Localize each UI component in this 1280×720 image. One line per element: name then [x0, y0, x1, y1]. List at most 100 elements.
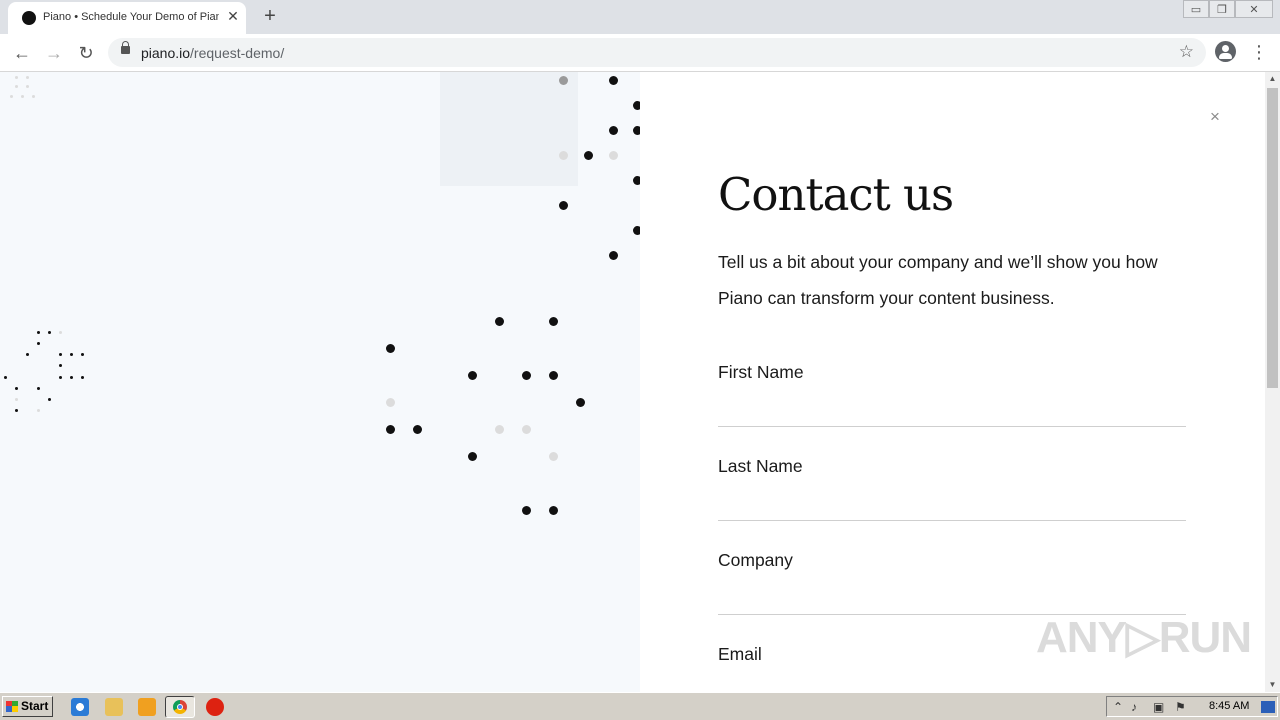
tab-close-icon[interactable]: ✕: [224, 7, 242, 25]
browser-toolbar: ← → ↻ piano.io/request-demo/ ☆: [0, 34, 1280, 72]
decorative-square: [440, 72, 578, 186]
address-bar[interactable]: piano.io/request-demo/ ☆: [108, 38, 1206, 67]
window-restore-button[interactable]: ❐: [1209, 0, 1235, 18]
profile-avatar-icon[interactable]: [1215, 41, 1236, 62]
page-viewport: × Contact us Tell us a bit about your co…: [0, 72, 1280, 692]
network-icon[interactable]: ▣: [1153, 700, 1164, 714]
chrome-taskbar-button[interactable]: [165, 696, 195, 718]
pattern-dot: [32, 95, 35, 98]
first-name-input[interactable]: [718, 394, 1186, 427]
pattern-dot: [10, 95, 13, 98]
back-icon[interactable]: ←: [9, 40, 35, 66]
pattern-dot: [576, 398, 585, 407]
pattern-dot: [549, 452, 558, 461]
pattern-dot: [15, 398, 18, 401]
pattern-dot: [468, 371, 477, 380]
contact-form-panel: × Contact us Tell us a bit about your co…: [640, 72, 1265, 692]
pattern-dot: [15, 76, 18, 79]
pattern-dot: [37, 387, 40, 390]
pattern-dot: [21, 95, 24, 98]
pattern-dot: [48, 398, 51, 401]
pattern-dot: [468, 452, 477, 461]
folder-icon[interactable]: [105, 698, 123, 716]
pattern-dot: [559, 76, 568, 85]
windows-logo-icon: [6, 701, 18, 712]
pattern-dot: [522, 425, 531, 434]
pattern-dot: [15, 85, 18, 88]
bookmark-star-icon[interactable]: ☆: [1179, 42, 1194, 62]
pattern-dot: [59, 364, 62, 367]
pattern-dot: [413, 425, 422, 434]
pattern-dot: [584, 151, 593, 160]
anyrun-watermark: ANY▷RUN: [1036, 613, 1252, 662]
pattern-dot: [559, 201, 568, 210]
pattern-dot: [4, 376, 7, 379]
browser-menu-icon[interactable]: ⋮: [1250, 41, 1268, 63]
url-path: /request-demo/: [190, 45, 285, 61]
pattern-dot: [81, 353, 84, 356]
media-player-icon[interactable]: [138, 698, 156, 716]
internet-explorer-icon[interactable]: [71, 698, 89, 716]
pattern-dot: [386, 398, 395, 407]
pattern-dot: [59, 331, 62, 334]
start-button[interactable]: Start: [2, 696, 53, 717]
window-close-button[interactable]: ✕: [1235, 0, 1273, 18]
tab-title: Piano • Schedule Your Demo of Piano: [43, 11, 219, 23]
decorative-panel: [0, 72, 642, 692]
piano-favicon-icon: [22, 11, 36, 25]
pattern-dot: [549, 317, 558, 326]
company-input[interactable]: [718, 582, 1186, 615]
pattern-dot: [495, 425, 504, 434]
antivirus-icon[interactable]: [206, 698, 224, 716]
pattern-dot: [549, 506, 558, 515]
pattern-dot: [522, 371, 531, 380]
last-name-label: Last Name: [718, 456, 803, 476]
url-text: piano.io/request-demo/: [141, 45, 284, 61]
tray-expand-icon[interactable]: ⌃: [1113, 700, 1123, 714]
pattern-dot: [495, 317, 504, 326]
scroll-down-icon[interactable]: ▼: [1265, 678, 1280, 692]
company-label: Company: [718, 550, 793, 570]
pattern-dot: [609, 76, 618, 85]
scrollbar-thumb[interactable]: [1267, 88, 1278, 388]
pattern-dot: [81, 376, 84, 379]
new-tab-button[interactable]: +: [259, 5, 281, 27]
pattern-dot: [26, 76, 29, 79]
action-center-flag-icon[interactable]: ⚑: [1175, 700, 1186, 714]
page-title: Contact us: [718, 168, 954, 221]
scroll-up-icon[interactable]: ▲: [1265, 72, 1280, 86]
window-minimize-button[interactable]: ▭: [1183, 0, 1209, 18]
reload-icon[interactable]: ↻: [73, 40, 99, 66]
pattern-dot: [609, 126, 618, 135]
lock-icon: [121, 41, 130, 54]
pattern-dot: [59, 376, 62, 379]
pattern-dot: [37, 342, 40, 345]
page-scrollbar[interactable]: ▲ ▼: [1265, 72, 1280, 692]
last-name-input[interactable]: [718, 488, 1186, 521]
start-label: Start: [21, 699, 49, 713]
pattern-dot: [559, 151, 568, 160]
pattern-dot: [549, 371, 558, 380]
pattern-dot: [70, 353, 73, 356]
pattern-dot: [609, 251, 618, 260]
pattern-dot: [59, 353, 62, 356]
pattern-dot: [48, 331, 51, 334]
forward-icon[interactable]: →: [41, 40, 67, 66]
email-input[interactable]: [718, 676, 1186, 692]
pattern-dot: [70, 376, 73, 379]
pattern-dot: [26, 85, 29, 88]
email-label: Email: [718, 644, 762, 664]
windows-taskbar: Start ⌃ ♪ ▣ ⚑ 8:45 AM: [0, 692, 1280, 720]
volume-icon[interactable]: ♪: [1131, 700, 1137, 714]
pattern-dot: [386, 425, 395, 434]
pattern-dot: [37, 331, 40, 334]
pattern-dot: [522, 506, 531, 515]
url-host: piano.io: [141, 45, 191, 61]
show-desktop-icon[interactable]: [1261, 701, 1275, 713]
intro-text: Tell us a bit about your company and we’…: [718, 252, 1158, 308]
taskbar-clock: 8:45 AM: [1209, 700, 1250, 712]
browser-tab[interactable]: Piano • Schedule Your Demo of Piano ✕: [8, 2, 246, 34]
close-icon[interactable]: ×: [1210, 108, 1220, 125]
pattern-dot: [386, 344, 395, 353]
pattern-dot: [609, 151, 618, 160]
